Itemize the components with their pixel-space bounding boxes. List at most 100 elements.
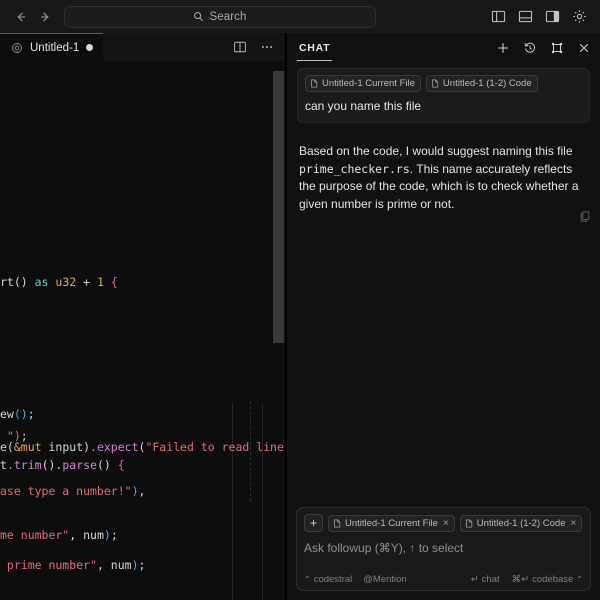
code-token: ) (131, 484, 139, 498)
split-editor-icon[interactable] (232, 39, 248, 55)
assistant-message: Based on the code, I would suggest namin… (297, 143, 590, 222)
code-line: ase type a number!"), (0, 480, 145, 502)
context-pill[interactable]: Untitled-1 (1-2) Code × (459, 514, 583, 532)
editor-vertical-scrollbar[interactable] (272, 71, 285, 600)
chat-history-icon[interactable] (522, 40, 538, 56)
code-token: , num (69, 528, 104, 542)
code-token: parse (62, 458, 97, 472)
code-line: ew(); (0, 403, 35, 425)
code-token: me number" (0, 528, 70, 542)
code-token: &mut (13, 440, 42, 454)
code-token: input) (41, 440, 91, 454)
search-placeholder-text: Search (209, 10, 247, 23)
codebase-key-icon: ⌘↵ (511, 574, 530, 585)
more-actions-icon[interactable] (259, 39, 275, 55)
chat-input-box[interactable]: + Untitled-1 Current File × Untitled-1 (1-… (296, 507, 591, 591)
chat-panel: CHAT Untitled-1 Current File Untitled-1 … (287, 33, 600, 600)
editor-tab-untitled-1[interactable]: Untitled-1 (0, 33, 104, 61)
chat-input-context-pills: Untitled-1 Current File × Untitled-1 (1-2)… (328, 514, 583, 532)
context-pill[interactable]: Untitled-1 Current File × (328, 514, 455, 532)
app-window: Search Untitled-1 rt() as u32 + 1 {ew()… (0, 0, 600, 600)
chat-footer-right: ↵ chat ⌘↵ codebase ⌃ (471, 574, 583, 585)
copy-icon[interactable] (576, 207, 594, 225)
code-token: ; (110, 528, 118, 542)
code-token: 1 (96, 275, 104, 289)
code-line: t.trim().parse() { (0, 454, 125, 476)
editor-tab-title: Untitled-1 (30, 41, 80, 54)
forward-button[interactable] (34, 6, 56, 28)
add-context-button[interactable]: + (304, 514, 323, 532)
search-input[interactable]: Search (64, 5, 376, 28)
context-pill-label: Untitled-1 Current File (345, 517, 438, 529)
indent-guide (232, 501, 233, 600)
code-token: (). (41, 458, 63, 472)
code-editor-content[interactable]: rt() as u32 + 1 {ew(); "); e(&mut input).… (0, 71, 285, 600)
code-token: { (117, 458, 125, 472)
chat-input-area: + Untitled-1 Current File × Untitled-1 (1-… (287, 507, 600, 600)
titlebar-actions (489, 8, 594, 26)
code-token: ase type a number!" (0, 484, 132, 498)
code-token: e( (0, 440, 14, 454)
send-chat-label: chat (481, 574, 500, 585)
model-selector[interactable]: ⌃ codestral (304, 574, 352, 585)
editor-scrollbar-thumb[interactable] (273, 71, 284, 343)
send-key-icon: ↵ (470, 574, 479, 585)
code-token: , num (96, 558, 132, 572)
rust-file-icon (310, 79, 318, 88)
chat-input-footer: ⌃ codestral @Mention ↵ chat ⌘↵ codebase ⌃ (304, 574, 583, 585)
code-line: rt() as u32 + 1 { (0, 271, 118, 293)
mention-button[interactable]: @Mention (363, 574, 406, 585)
gear-icon[interactable] (570, 8, 588, 26)
navigation-arrows (6, 6, 56, 28)
send-chat-hint[interactable]: ↵ chat (471, 574, 500, 585)
user-message-context-pills: Untitled-1 Current File Untitled-1 (1-2) … (305, 75, 582, 92)
code-token: prime number" (0, 558, 97, 572)
context-pill-label: Untitled-1 (1-2) Code (442, 78, 532, 89)
unsaved-indicator[interactable] (86, 44, 94, 51)
code-token: ; (27, 407, 35, 421)
chat-header: CHAT (287, 33, 600, 62)
code-token: t (0, 458, 7, 472)
code-token: "Failed to read line" (145, 440, 285, 454)
code-line: me number", num); (0, 524, 118, 546)
code-token: u32 (55, 275, 77, 289)
user-message-text: can you name this file (305, 99, 422, 113)
model-name: codestral (313, 574, 353, 585)
close-chat-icon[interactable] (576, 40, 592, 56)
chat-footer-left: ⌃ codestral @Mention (304, 574, 407, 585)
code-token: as (34, 275, 49, 289)
chat-followup-input[interactable]: Ask followup (⌘Y), ↑ to select (304, 541, 583, 556)
code-token: .expect (90, 440, 139, 454)
model-caret-icon: ⌃ (304, 575, 311, 584)
back-button[interactable] (10, 6, 32, 28)
code-token: + (76, 275, 97, 289)
editor-tab-bar: Untitled-1 (0, 33, 285, 61)
context-pill-label: Untitled-1 Current File (322, 78, 415, 89)
toggle-secondary-sidebar-icon[interactable] (543, 8, 561, 26)
rust-file-icon (10, 41, 23, 54)
code-token: .trim (6, 458, 42, 472)
tab-chat[interactable]: CHAT (297, 42, 333, 61)
remove-context-icon[interactable]: × (570, 517, 576, 530)
codebase-caret-icon: ⌃ (576, 575, 583, 584)
code-token: rt() (0, 275, 35, 289)
toggle-primary-sidebar-icon[interactable] (489, 8, 507, 26)
title-bar: Search (0, 0, 600, 33)
context-pill[interactable]: Untitled-1 Current File (305, 75, 421, 92)
code-token: () (96, 458, 118, 472)
send-codebase-hint[interactable]: ⌘↵ codebase ⌃ (512, 574, 583, 585)
chat-message-list: Untitled-1 Current File Untitled-1 (1-2) … (287, 62, 600, 507)
new-chat-icon[interactable] (495, 40, 511, 56)
code-token: , (138, 484, 146, 498)
rust-file-icon (333, 519, 341, 528)
toggle-panel-icon[interactable] (516, 8, 534, 26)
assistant-text-part1: Based on the code, I would suggest namin… (299, 144, 573, 158)
context-pill[interactable]: Untitled-1 (1-2) Code (425, 75, 538, 92)
context-pill-label: Untitled-1 (1-2) Code (476, 517, 566, 529)
expand-chat-icon[interactable] (549, 40, 565, 56)
code-token: ) (103, 528, 111, 542)
codebase-label: codebase (532, 574, 574, 585)
remove-context-icon[interactable]: × (443, 517, 449, 530)
assistant-message-text: Based on the code, I would suggest namin… (299, 143, 588, 213)
